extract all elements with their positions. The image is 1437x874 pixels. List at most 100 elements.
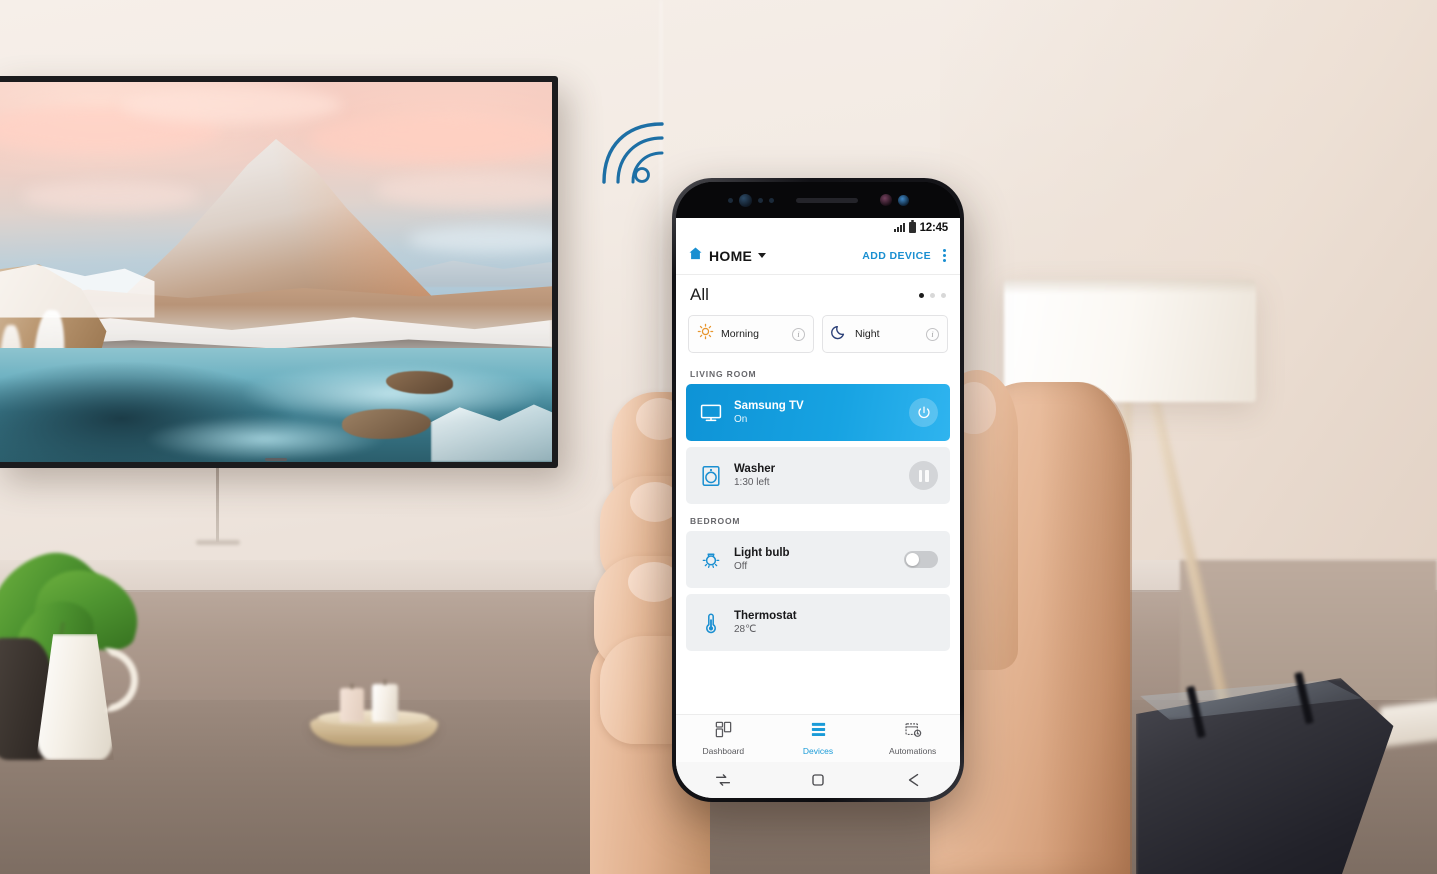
kebab-menu-icon[interactable]	[941, 246, 948, 265]
room-label-bedroom: BEDROOM	[690, 516, 741, 526]
all-label: All	[690, 285, 709, 304]
scene-card-night[interactable]: Night i	[822, 315, 948, 353]
device-text-washer: Washer 1:30 left	[734, 463, 775, 488]
house-icon	[688, 246, 703, 266]
candle-wick	[351, 684, 353, 689]
tv-screen	[0, 82, 552, 462]
phone-screen: 12:45 HOME ADD DEVICE All Morning i Nigh…	[676, 218, 960, 798]
all-row: All	[676, 275, 960, 315]
device-card-samsung-tv[interactable]: Samsung TV On	[686, 384, 950, 441]
page-dot[interactable]	[930, 292, 935, 298]
toggle-knob	[906, 553, 919, 566]
back-button[interactable]	[865, 770, 960, 790]
home-square-icon	[812, 774, 824, 786]
nav-tab-dashboard[interactable]: Dashboard	[676, 715, 771, 762]
proximity-sensor-icon	[727, 197, 733, 203]
app-bar-actions: ADD DEVICE	[862, 246, 948, 265]
nav-label-dashboard: Dashboard	[702, 746, 745, 756]
device-text-thermostat: Thermostat 28℃	[734, 610, 797, 635]
tv-rock	[386, 370, 453, 394]
tv-cloud	[22, 180, 199, 212]
galaxy-phone: 12:45 HOME ADD DEVICE All Morning i Nigh…	[672, 178, 964, 802]
device-name-samsung-tv: Samsung TV	[734, 400, 804, 412]
status-bar: 12:45	[676, 218, 960, 237]
tv-stand-base	[196, 540, 240, 545]
front-camera-icon	[897, 194, 909, 206]
page-indicator	[919, 292, 946, 298]
candle-wick	[384, 680, 386, 685]
device-status-thermostat: 28℃	[734, 624, 757, 635]
nav-label-automations: Automations	[889, 746, 937, 756]
right-palm-shading	[1040, 382, 1132, 874]
page-dot[interactable]	[941, 292, 946, 298]
device-action-washer[interactable]	[909, 461, 938, 490]
device-action-samsung-tv[interactable]	[909, 398, 938, 427]
app-bar: HOME ADD DEVICE	[676, 237, 960, 275]
iris-scanner-icon	[738, 193, 752, 207]
device-name-thermostat: Thermostat	[734, 610, 797, 622]
device-name-light-bulb: Light bulb	[734, 547, 790, 559]
info-icon-night[interactable]: i	[926, 327, 939, 341]
light-sensor-icon	[757, 197, 763, 203]
home-selector[interactable]: HOME	[688, 246, 767, 266]
home-title: HOME	[709, 247, 753, 264]
devices-list-icon	[810, 721, 827, 743]
page-dot-active[interactable]	[919, 292, 924, 298]
earpiece-speaker	[795, 197, 858, 203]
system-nav-bar	[676, 762, 960, 798]
status-clock: 12:45	[919, 221, 949, 234]
power-button[interactable]	[909, 398, 938, 427]
bottom-nav: Dashboard Devices Automations	[676, 714, 960, 762]
device-status-washer: 1:30 left	[734, 477, 770, 488]
lightbulb-icon	[698, 548, 724, 572]
room-label-living-room: LIVING ROOM	[690, 369, 757, 379]
device-text-samsung-tv: Samsung TV On	[734, 400, 804, 425]
washer-icon	[698, 464, 724, 488]
samsung-logo	[265, 458, 287, 461]
chevron-down-icon[interactable]	[758, 253, 767, 258]
device-action-light-bulb[interactable]	[904, 551, 938, 568]
device-status-samsung-tv: On	[734, 414, 748, 425]
pause-icon	[918, 469, 929, 482]
device-name-washer: Washer	[734, 463, 776, 475]
device-status-light-bulb: Off	[734, 561, 748, 572]
tv-cloud	[309, 116, 552, 162]
samsung-tv	[0, 76, 558, 468]
device-text-light-bulb: Light bulb Off	[734, 547, 790, 572]
battery-icon	[908, 220, 916, 233]
scene-card-morning[interactable]: Morning i	[688, 315, 814, 353]
moon-icon	[831, 323, 848, 345]
device-card-thermostat[interactable]: Thermostat 28℃	[686, 594, 950, 651]
automations-calendar-icon	[904, 721, 922, 743]
nav-tab-devices[interactable]: Devices	[771, 715, 866, 762]
recents-button[interactable]	[676, 770, 771, 790]
dashboard-grid-icon	[715, 721, 732, 743]
tv-icon	[698, 401, 724, 425]
device-card-washer[interactable]: Washer 1:30 left	[686, 447, 950, 504]
nav-tab-automations[interactable]: Automations	[865, 715, 960, 762]
light-toggle[interactable]	[904, 551, 938, 568]
thermometer-icon	[698, 611, 724, 635]
tv-stand-neck	[216, 468, 219, 542]
home-button[interactable]	[771, 770, 866, 790]
iris-camera-icon	[879, 194, 892, 206]
pause-button[interactable]	[909, 461, 938, 490]
signal-bars-icon	[893, 223, 905, 232]
candle	[372, 684, 398, 722]
device-card-light-bulb[interactable]: Light bulb Off	[686, 531, 950, 588]
tv-cloud	[121, 85, 343, 124]
scene-name-night: Night	[855, 328, 880, 340]
device-list: LIVING ROOM Samsung TV On Washer 1:30 le…	[676, 363, 960, 714]
back-arrow-icon	[908, 773, 918, 787]
recents-icon	[716, 774, 731, 786]
scene-name-morning: Morning	[721, 328, 759, 340]
wifi-signal-icon	[592, 112, 672, 190]
nav-label-devices: Devices	[802, 746, 834, 756]
info-icon-morning[interactable]: i	[792, 327, 805, 341]
sun-icon	[697, 323, 714, 345]
phone-top-bezel	[676, 182, 960, 218]
phone-body: 12:45 HOME ADD DEVICE All Morning i Nigh…	[676, 182, 960, 798]
add-device-button[interactable]: ADD DEVICE	[862, 250, 931, 262]
led-indicator-icon	[768, 197, 774, 203]
scene-cards: Morning i Night i	[676, 315, 960, 363]
